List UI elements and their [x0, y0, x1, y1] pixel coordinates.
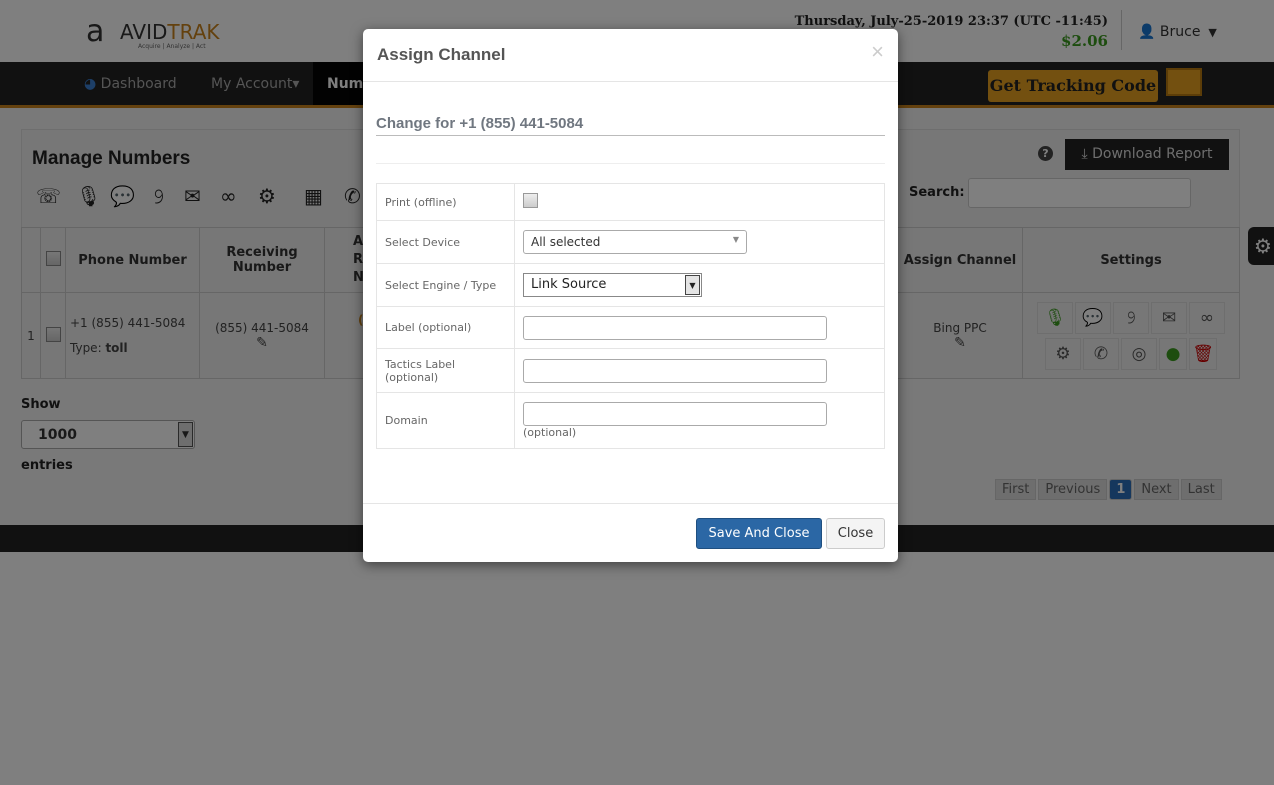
assign-channel-modal: Assign Channel × Change for +1 (855) 441…	[363, 29, 898, 562]
caret-down-icon: ▼	[685, 275, 700, 295]
select-value: Link Source	[531, 277, 607, 292]
select-device-dropdown[interactable]: All selected ▼	[523, 230, 747, 254]
form-row-tactics: Tactics Label (optional)	[376, 348, 885, 393]
tactics-label-input[interactable]	[523, 358, 827, 383]
field-label: Label (optional)	[376, 306, 515, 349]
select-engine-dropdown[interactable]: Link Source ▼	[523, 273, 702, 297]
form-row-label: Label (optional)	[376, 306, 885, 349]
form-row-domain: Domain (optional)	[376, 392, 885, 449]
channel-form: Print (offline) Select Device All selecte…	[376, 183, 885, 449]
label-input[interactable]	[523, 315, 827, 340]
domain-hint: (optional)	[523, 426, 577, 439]
close-button[interactable]: Close	[826, 518, 885, 549]
print-offline-checkbox[interactable]	[523, 193, 538, 208]
save-and-close-button[interactable]: Save And Close	[696, 518, 822, 549]
field-label: Domain	[376, 392, 515, 449]
divider	[376, 163, 885, 164]
select-value: All selected	[531, 235, 601, 249]
field-label: Tactics Label (optional)	[376, 348, 515, 393]
field-label: Select Device	[376, 220, 515, 264]
modal-title: Assign Channel	[377, 45, 506, 64]
form-row-print: Print (offline)	[376, 183, 885, 221]
modal-subtitle: Change for +1 (855) 441-5084	[376, 115, 885, 136]
form-row-engine: Select Engine / Type Link Source ▼	[376, 263, 885, 307]
form-row-device: Select Device All selected ▼	[376, 220, 885, 264]
divider	[363, 503, 898, 504]
field-label: Print (offline)	[376, 183, 515, 221]
caret-down-icon: ▼	[732, 235, 739, 244]
field-label: Select Engine / Type	[376, 263, 515, 307]
divider	[363, 81, 898, 82]
domain-input[interactable]	[523, 402, 827, 426]
close-icon[interactable]: ×	[871, 39, 884, 65]
